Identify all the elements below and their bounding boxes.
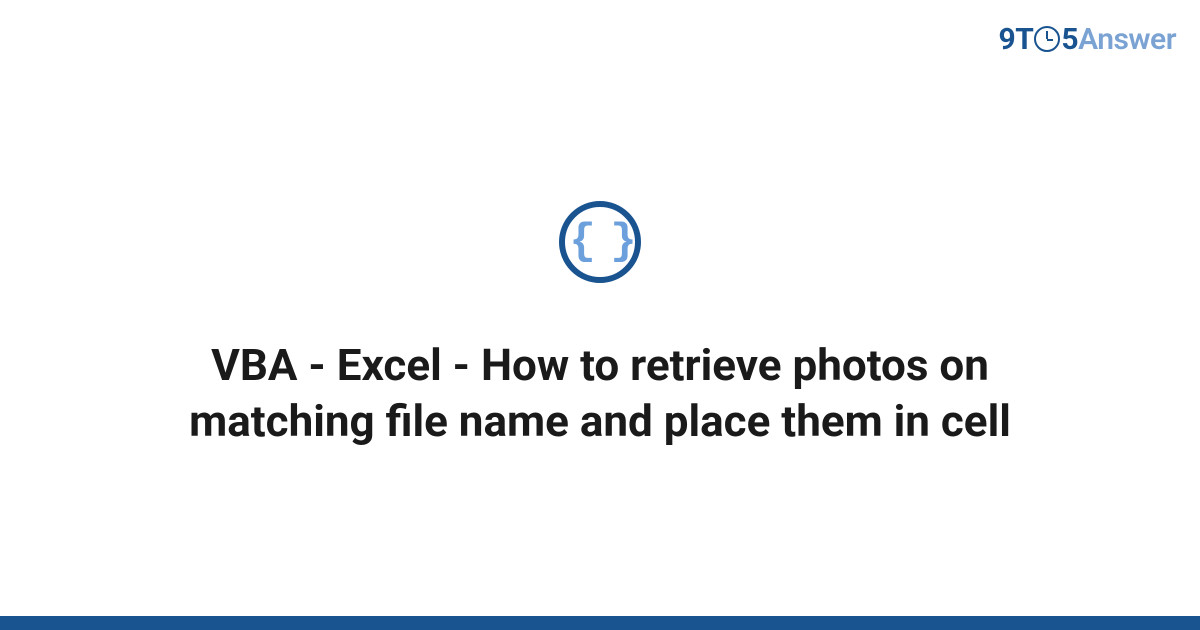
code-braces-icon: { } — [559, 201, 641, 283]
page-title: VBA - Excel - How to retrieve photos on … — [150, 337, 1050, 450]
main-content: { } VBA - Excel - How to retrieve photos… — [0, 0, 1200, 630]
footer-accent-bar — [0, 616, 1200, 630]
braces-glyph: { } — [569, 220, 630, 264]
